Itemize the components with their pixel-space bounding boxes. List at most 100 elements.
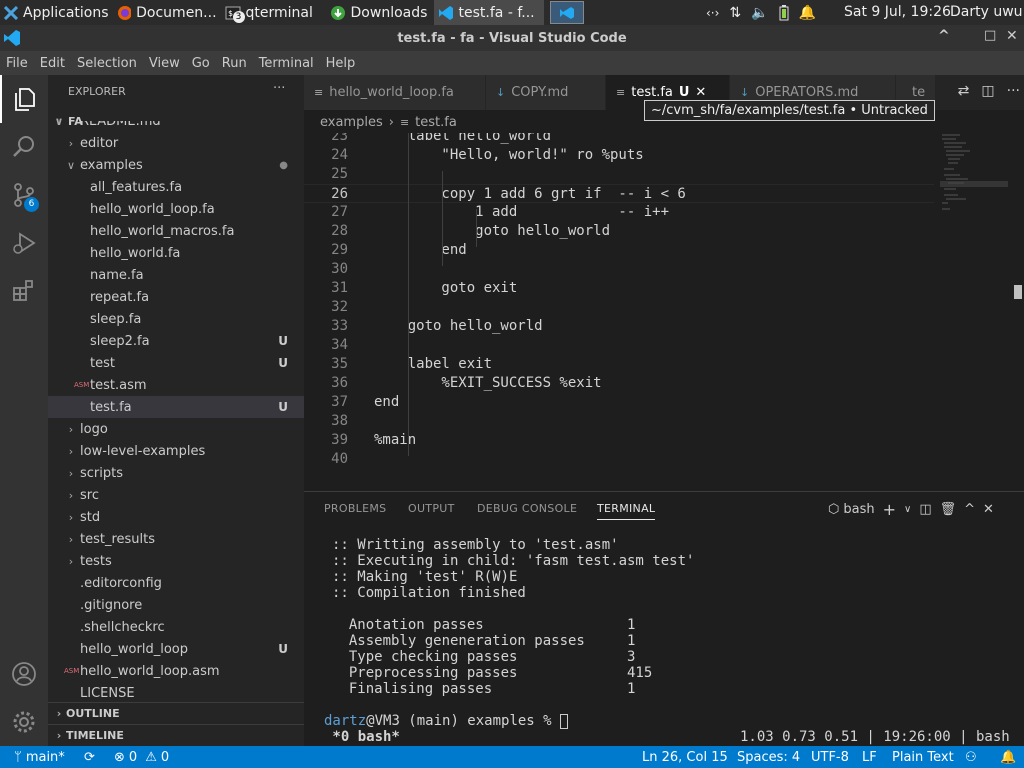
open-changes-icon[interactable]: ⇄ bbox=[958, 83, 970, 99]
applications-menu[interactable]: Applications bbox=[0, 0, 113, 25]
window-maximize-icon[interactable]: □ bbox=[984, 28, 996, 43]
file-item[interactable]: hello_world_loop.fa bbox=[48, 198, 304, 220]
tab-output[interactable]: OUTPUT bbox=[408, 502, 455, 515]
vscode-workspace-icon bbox=[559, 6, 574, 19]
editor-scrollbar-thumb[interactable] bbox=[1014, 285, 1022, 299]
menu-edit[interactable]: Edit bbox=[34, 56, 71, 71]
line-number: 25 bbox=[331, 166, 348, 182]
battery-icon[interactable] bbox=[779, 4, 789, 21]
breadcrumb: examples › ≡ test.fa bbox=[320, 111, 457, 133]
folder-item[interactable]: › std bbox=[48, 506, 304, 528]
breadcrumb-folder[interactable]: examples bbox=[320, 115, 383, 130]
menu-terminal[interactable]: Terminal bbox=[253, 56, 320, 71]
git-branch-status[interactable]: ᛘ main* bbox=[14, 746, 65, 768]
chevron-down-icon[interactable]: ∨ bbox=[904, 504, 911, 515]
file-item[interactable]: hello_world.fa bbox=[48, 242, 304, 264]
close-icon[interactable]: ✕ bbox=[695, 85, 706, 100]
problems-status[interactable]: ⊗ 0 ⚠ 0 bbox=[114, 746, 169, 768]
file-item[interactable]: .gitignore bbox=[48, 594, 304, 616]
network-transfer-icon[interactable]: ⇅ bbox=[729, 5, 741, 21]
split-editor-icon[interactable]: ◫ bbox=[981, 83, 994, 99]
folder-item[interactable]: › tests bbox=[48, 550, 304, 572]
notifications-icon[interactable]: 🔔 bbox=[1000, 746, 1016, 768]
shell-selector[interactable]: ⬡ bash bbox=[828, 502, 875, 517]
file-item[interactable]: hello_world_loop U bbox=[48, 638, 304, 660]
language-mode[interactable]: Plain Text bbox=[892, 746, 954, 768]
menu-view[interactable]: View bbox=[143, 56, 186, 71]
source-control-activity[interactable]: 6 bbox=[0, 171, 48, 219]
tab-terminal[interactable]: TERMINAL bbox=[597, 502, 656, 520]
eol-status[interactable]: LF bbox=[862, 746, 877, 768]
file-item[interactable]: README.md bbox=[48, 121, 304, 132]
editor-tab[interactable]: ↓ COPY.md bbox=[486, 75, 606, 110]
file-item[interactable]: ASM hello_world_loop.asm bbox=[48, 660, 304, 682]
sync-icon[interactable]: ⟳ bbox=[84, 746, 95, 768]
accounts-activity[interactable] bbox=[0, 650, 48, 698]
file-item[interactable]: test U bbox=[48, 352, 304, 374]
notification-bell-icon[interactable]: 🔔 bbox=[799, 5, 816, 21]
window-close-icon[interactable]: ✕ bbox=[1006, 28, 1018, 44]
workspace-switcher[interactable] bbox=[549, 1, 584, 24]
tab-problems[interactable]: PROBLEMS bbox=[324, 502, 386, 515]
tab-debug-console[interactable]: DEBUG CONSOLE bbox=[477, 502, 577, 515]
folder-item[interactable]: ∨ examples ● bbox=[48, 154, 304, 176]
cursor-position[interactable]: Ln 26, Col 15 bbox=[642, 746, 728, 768]
minimap[interactable] bbox=[940, 133, 1008, 223]
explorer-activity[interactable] bbox=[0, 75, 48, 123]
folder-item[interactable]: › low-level-examples bbox=[48, 440, 304, 462]
file-item[interactable]: hello_world_macros.fa bbox=[48, 220, 304, 242]
folder-item[interactable]: › logo bbox=[48, 418, 304, 440]
file-item[interactable]: sleep.fa bbox=[48, 308, 304, 330]
folder-item[interactable]: › src bbox=[48, 484, 304, 506]
search-activity[interactable] bbox=[0, 123, 48, 171]
timeline-section[interactable]: › TIMELINE bbox=[48, 724, 304, 746]
line-number: 27 bbox=[331, 204, 348, 220]
file-item[interactable]: repeat.fa bbox=[48, 286, 304, 308]
code-area[interactable]: 23 label hello_world 24 "Hello, world!" r… bbox=[304, 133, 934, 491]
indentation-status[interactable]: Spaces: 4 bbox=[737, 746, 800, 768]
file-item[interactable]: .shellcheckrc bbox=[48, 616, 304, 638]
extensions-activity[interactable] bbox=[0, 267, 48, 315]
menu-selection[interactable]: Selection bbox=[71, 56, 143, 71]
outline-section[interactable]: › OUTLINE bbox=[48, 702, 304, 724]
editor-tab[interactable]: ≡ hello_world_loop.fa bbox=[304, 75, 486, 110]
file-item[interactable]: .editorconfig bbox=[48, 572, 304, 594]
activity-bar: 6 bbox=[0, 75, 48, 746]
folder-item[interactable]: › editor bbox=[48, 132, 304, 154]
network-vpn-icon[interactable]: ‹·› bbox=[706, 6, 719, 20]
taskbar-downloads[interactable]: Downloads bbox=[326, 0, 434, 25]
file-item[interactable]: name.fa bbox=[48, 264, 304, 286]
user-menu[interactable]: Darty uwu bbox=[950, 4, 1023, 20]
taskbar-vscode[interactable]: test.fa - f... bbox=[433, 0, 544, 25]
taskbar-firefox[interactable]: Documen... bbox=[113, 0, 221, 25]
folder-item[interactable]: › scripts bbox=[48, 462, 304, 484]
folder-item[interactable]: › test_results bbox=[48, 528, 304, 550]
new-terminal-icon[interactable]: + bbox=[883, 500, 896, 519]
more-actions-icon[interactable]: ··· bbox=[1007, 83, 1020, 99]
menu-go[interactable]: Go bbox=[186, 56, 216, 71]
window-minimize-icon[interactable]: ^ bbox=[938, 28, 950, 44]
split-terminal-icon[interactable]: ◫ bbox=[919, 502, 931, 517]
maximize-panel-icon[interactable]: ^ bbox=[964, 502, 975, 517]
menu-help[interactable]: Help bbox=[320, 56, 362, 71]
chevron-right-icon: › bbox=[68, 532, 74, 546]
menu-run[interactable]: Run bbox=[216, 56, 253, 71]
file-item[interactable]: all_features.fa bbox=[48, 176, 304, 198]
live-share-icon[interactable]: ⚇ bbox=[965, 746, 977, 768]
menu-file[interactable]: File bbox=[0, 56, 34, 71]
manage-activity[interactable] bbox=[0, 698, 48, 746]
file-item[interactable]: sleep2.fa U bbox=[48, 330, 304, 352]
breadcrumb-file[interactable]: test.fa bbox=[415, 115, 457, 130]
file-item[interactable]: LICENSE bbox=[48, 682, 304, 704]
trash-icon[interactable]: 🗑 bbox=[940, 502, 957, 517]
chevron-right-icon: › bbox=[68, 422, 74, 436]
explorer-more-icon[interactable]: ··· bbox=[273, 81, 285, 96]
file-item[interactable]: test.fa U bbox=[48, 396, 304, 418]
run-debug-activity[interactable] bbox=[0, 219, 48, 267]
clock[interactable]: Sat 9 Jul, 19:26 bbox=[844, 4, 951, 20]
volume-icon[interactable]: 🔈 bbox=[751, 5, 768, 21]
taskbar-qterminal[interactable]: $ 3 qterminal bbox=[221, 0, 326, 25]
close-panel-icon[interactable]: ✕ bbox=[983, 502, 994, 517]
file-item[interactable]: ASM test.asm bbox=[48, 374, 304, 396]
encoding-status[interactable]: UTF-8 bbox=[811, 746, 849, 768]
